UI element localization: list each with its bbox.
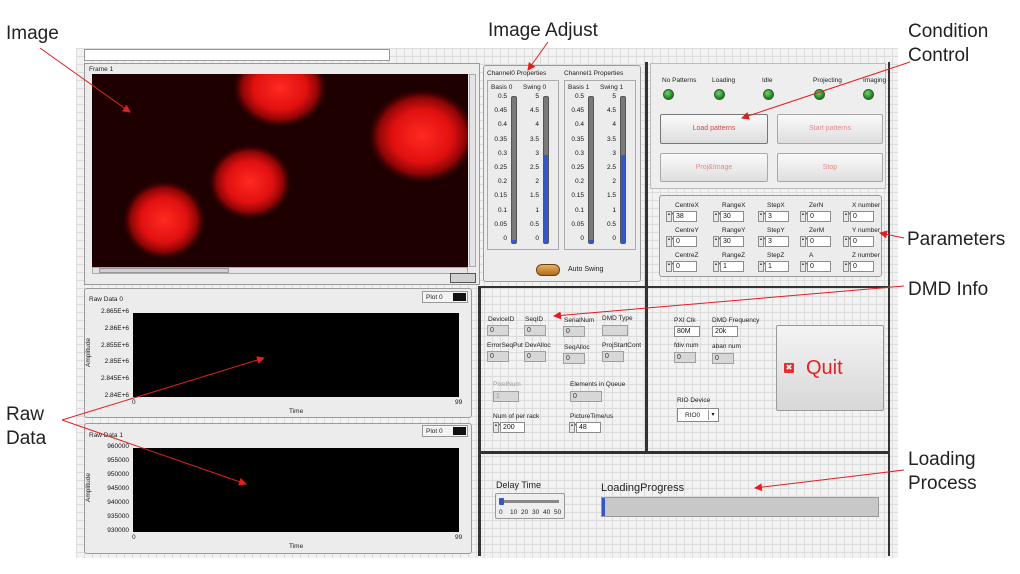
arrow-parameters xyxy=(879,230,905,239)
arrow-condition-control xyxy=(741,61,911,120)
arrow-dmd-info xyxy=(553,285,905,320)
arrow-raw-data-0 xyxy=(61,356,265,421)
arrow-raw-data-1 xyxy=(61,419,247,486)
arrow-image xyxy=(39,47,131,113)
arrow-image-adjust xyxy=(527,41,549,71)
arrow-loading-process xyxy=(754,469,905,492)
annotation-arrows xyxy=(39,41,911,492)
